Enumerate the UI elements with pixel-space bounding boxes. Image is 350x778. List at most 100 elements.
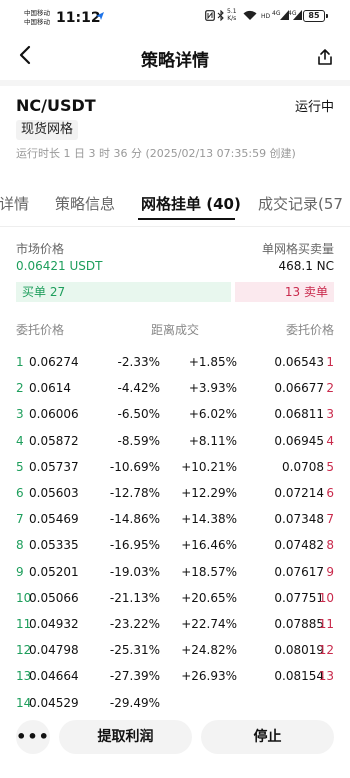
runtime-text: 运行时长 1 日 3 时 36 分 (2025/02/13 07:35:59 创… xyxy=(16,147,296,160)
table-row: 2 0.0614 -4.42% +3.93% 0.06677 2 xyxy=(0,381,350,407)
buy-index: 3 xyxy=(16,407,24,422)
tab-bar: 详情 策略信息 网格挂单 (40) 成交记录(57 xyxy=(0,190,350,220)
sell-distance: +24.82% xyxy=(181,643,237,658)
sell-distance: +12.29% xyxy=(181,486,237,500)
strategy-type-tag: 现货网格 xyxy=(16,120,79,140)
network-speed: 5.1 K/s xyxy=(227,8,237,22)
market-price-label: 市场价格 xyxy=(16,242,65,256)
sell-index: 5 xyxy=(326,459,334,474)
buy-distance: -4.42% xyxy=(117,381,160,396)
tabs-divider xyxy=(0,226,350,227)
battery-indicator: 85 xyxy=(303,10,328,22)
share-icon xyxy=(318,49,332,65)
sell-price: 0.07214 xyxy=(274,486,324,500)
sell-distance: +14.38% xyxy=(181,512,237,527)
sell-distance: +22.74% xyxy=(181,617,237,631)
distance-header: 距离成交 xyxy=(151,323,200,337)
hd-icon: HD xyxy=(261,10,271,24)
carrier-2: 中国移动 xyxy=(24,18,50,26)
page-title: 策略详情 xyxy=(141,51,209,71)
bottom-action-bar: ••• 提取利润 停止 xyxy=(0,712,350,778)
section-divider xyxy=(0,80,350,86)
buy-index: 2 xyxy=(16,381,24,396)
buy-price: 0.06274 xyxy=(29,355,79,369)
buy-distance: -29.49% xyxy=(109,695,160,710)
buy-distance: -21.13% xyxy=(109,590,160,605)
sell-index: 9 xyxy=(326,564,334,579)
table-row: 3 0.06006 -6.50% +6.02% 0.06811 3 xyxy=(0,407,350,433)
sell-price: 0.07482 xyxy=(274,538,324,553)
market-price-value: 0.06421 USDT xyxy=(16,259,103,273)
bluetooth-icon xyxy=(217,9,225,24)
speed-value: 5.1 xyxy=(227,8,237,15)
withdraw-profit-button[interactable]: 提取利润 xyxy=(59,720,192,754)
buy-price-header: 委托价格 xyxy=(16,323,65,337)
carrier-labels: 中国移动 中国移动 xyxy=(24,9,50,27)
buy-index: 9 xyxy=(16,564,24,579)
carrier-1: 中国移动 xyxy=(24,9,50,17)
per-grid-amount-label: 单网格买卖量 xyxy=(261,242,334,256)
notification-icon xyxy=(95,11,105,24)
buy-price: 0.05737 xyxy=(29,459,79,474)
table-row: 4 0.05872 -8.59% +8.11% 0.06945 4 xyxy=(0,434,350,460)
sell-index: 4 xyxy=(326,433,334,448)
table-row: 6 0.05603 -12.78% +12.29% 0.07214 6 xyxy=(0,486,350,512)
table-row: 9 0.05201 -19.03% +18.57% 0.07617 9 xyxy=(0,565,350,591)
buy-distance: -8.59% xyxy=(117,433,160,448)
buy-price: 0.0614 xyxy=(29,381,71,396)
per-grid-amount-value: 468.1 NC xyxy=(278,259,334,273)
nfc-icon xyxy=(205,10,215,24)
sell-index: 6 xyxy=(326,486,334,500)
sell-distance: +16.46% xyxy=(181,538,237,553)
buy-distance: -23.22% xyxy=(109,617,160,631)
buy-index: 4 xyxy=(16,433,24,448)
sell-distance: +20.65% xyxy=(181,590,237,605)
table-row: 8 0.05335 -16.95% +16.46% 0.07482 8 xyxy=(0,538,350,564)
table-row: 7 0.05469 -14.86% +14.38% 0.07348 7 xyxy=(0,512,350,538)
status-bar: 中国移动 中国移动 11:12 5.1 K/s HD 4G 4G 85 xyxy=(0,0,350,36)
tab-trade-history[interactable]: 成交记录(57 xyxy=(258,193,343,214)
table-row: 1 0.06274 -2.33% +1.85% 0.06543 1 xyxy=(0,355,350,381)
sell-index: 10 xyxy=(318,590,334,605)
sell-orders-bar: 13 卖单 xyxy=(235,282,334,302)
buy-distance: -10.69% xyxy=(109,459,160,474)
stop-button[interactable]: 停止 xyxy=(201,720,334,754)
sell-price: 0.06945 xyxy=(274,433,324,448)
buy-distance: -14.86% xyxy=(109,512,160,527)
active-tab-indicator xyxy=(138,218,235,220)
signal-2-icon xyxy=(293,10,302,23)
sell-index: 2 xyxy=(326,381,334,396)
tab-details[interactable]: 详情 xyxy=(0,193,29,214)
sell-price: 0.07617 xyxy=(274,564,324,579)
buy-price: 0.05872 xyxy=(29,433,79,448)
buy-orders-bar: 买单 27 xyxy=(16,282,231,302)
app-header: 策略详情 xyxy=(0,36,350,80)
more-button[interactable]: ••• xyxy=(16,720,50,754)
buy-price: 0.05603 xyxy=(29,486,79,500)
table-row: 11 0.04932 -23.22% +22.74% 0.07885 11 xyxy=(0,617,350,643)
sell-price: 0.0708 xyxy=(282,459,324,474)
buy-distance: -27.39% xyxy=(109,669,160,684)
sell-distance: +10.21% xyxy=(181,459,237,474)
buy-price: 0.04932 xyxy=(29,617,79,631)
sell-price: 0.08154 xyxy=(274,669,324,684)
buy-price: 0.05066 xyxy=(29,590,79,605)
sell-index: 8 xyxy=(326,538,334,553)
table-row: 5 0.05737 -10.69% +10.21% 0.0708 5 xyxy=(0,460,350,486)
trading-pair: NC/USDT xyxy=(16,96,96,115)
sell-distance: +18.57% xyxy=(181,564,237,579)
sell-price: 0.07885 xyxy=(274,617,324,631)
table-row: 12 0.04798 -25.31% +24.82% 0.08019 12 xyxy=(0,643,350,669)
tab-grid-orders[interactable]: 网格挂单 (40) xyxy=(141,193,241,214)
table-row: 10 0.05066 -21.13% +20.65% 0.07751 10 xyxy=(0,591,350,617)
status-time: 11:12 xyxy=(56,10,101,26)
tab-strategy-info[interactable]: 策略信息 xyxy=(55,193,115,214)
buy-distance: -6.50% xyxy=(117,407,160,422)
sell-distance: +26.93% xyxy=(181,669,237,684)
buy-price: 0.05469 xyxy=(29,512,79,527)
buy-distance: -19.03% xyxy=(109,564,160,579)
buy-index: 6 xyxy=(16,486,24,500)
buy-price: 0.04798 xyxy=(29,643,79,658)
buy-distance: -2.33% xyxy=(117,355,160,369)
share-button[interactable] xyxy=(316,48,334,66)
